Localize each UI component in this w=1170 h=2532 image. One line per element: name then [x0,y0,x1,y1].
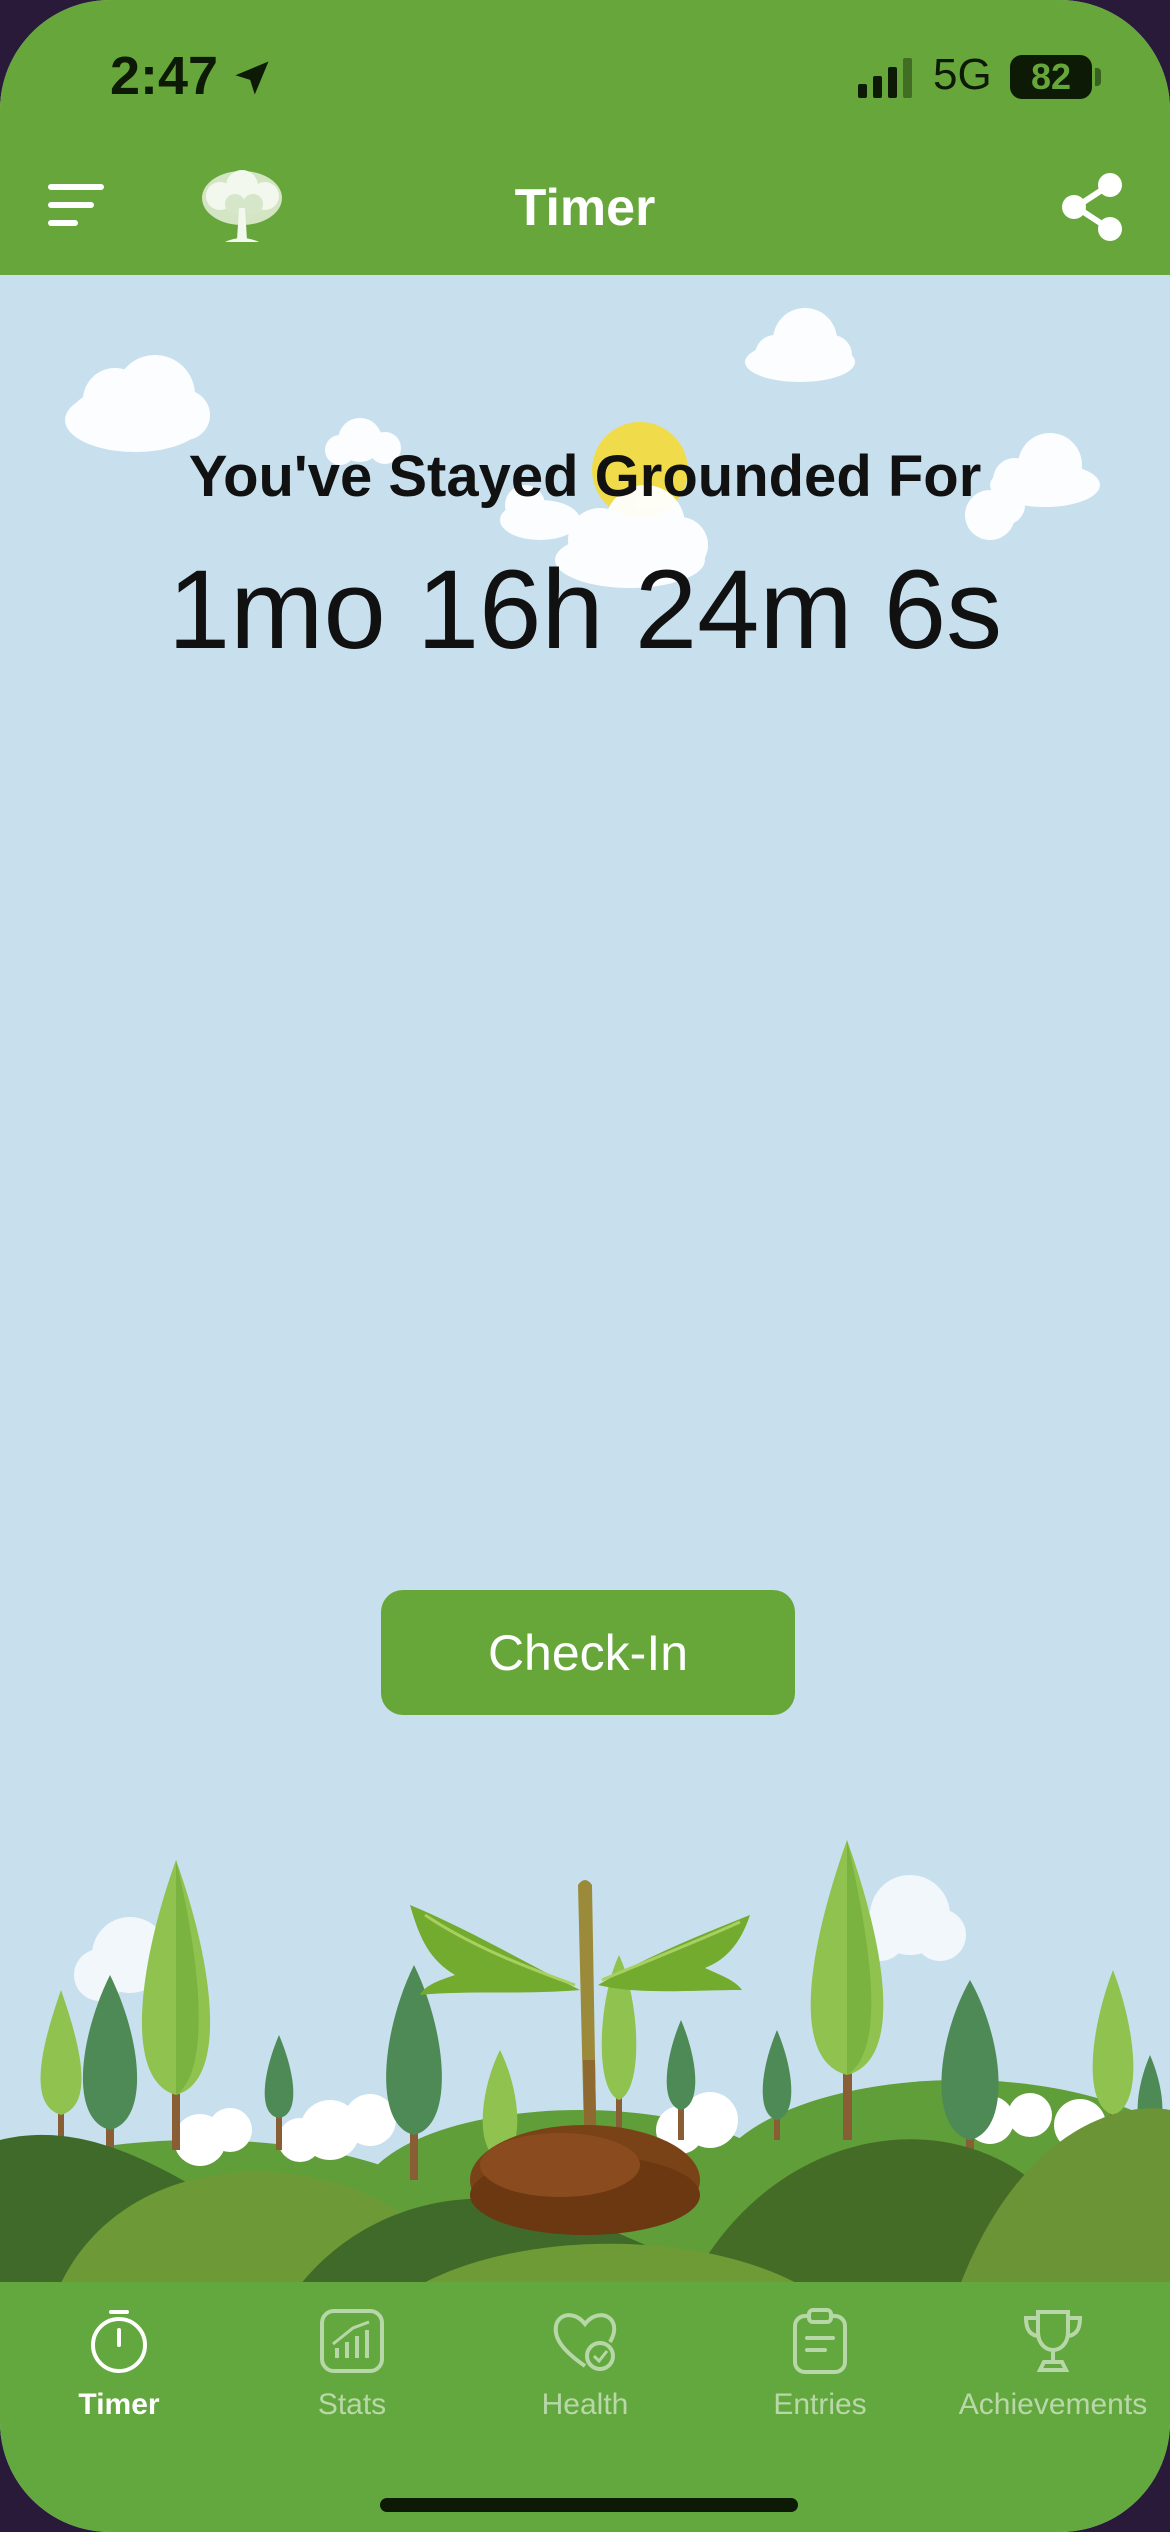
tab-health-label: Health [541,2388,629,2421]
share-icon[interactable] [1060,172,1126,242]
check-in-button[interactable]: Check-In [381,1590,795,1715]
tab-health[interactable]: Health [468,2306,702,2456]
battery-level: 82 [1010,55,1092,99]
tab-achievements[interactable]: Achievements [936,2306,1170,2456]
trophy-icon [1023,2310,1083,2372]
duration-counter: 1mo 16h 24m 6s [167,547,1003,672]
clipboard-icon [793,2308,847,2374]
page-title: Timer [514,179,656,237]
chart-icon [320,2309,384,2373]
heart-check-icon [553,2313,617,2371]
tab-entries-label: Entries [773,2388,867,2421]
status-time: 2:47 [110,46,219,106]
signal-icon [858,58,912,98]
tab-bar: Timer Stats Health Entries Achievements [0,2282,1170,2532]
landscape-illustration [0,1840,1170,2285]
tab-timer[interactable]: Timer [2,2306,236,2456]
tab-achievements-label: Achievements [958,2388,1148,2421]
phone-screen: 2:47 5G 82 Timer You've Stayed Grounded … [0,0,1170,2532]
app-header: 2:47 5G 82 Timer [0,0,1170,275]
tab-timer-label: Timer [78,2388,160,2421]
location-arrow-icon [235,61,269,95]
tab-entries[interactable]: Entries [703,2306,937,2456]
home-indicator[interactable] [380,2498,798,2512]
grounded-headline: You've Stayed Grounded For [188,444,982,509]
stopwatch-icon [91,2310,147,2373]
network-type: 5G [933,50,992,99]
battery-tip [1095,68,1101,86]
tab-stats-label: Stats [317,2388,387,2421]
tab-stats[interactable]: Stats [235,2306,469,2456]
